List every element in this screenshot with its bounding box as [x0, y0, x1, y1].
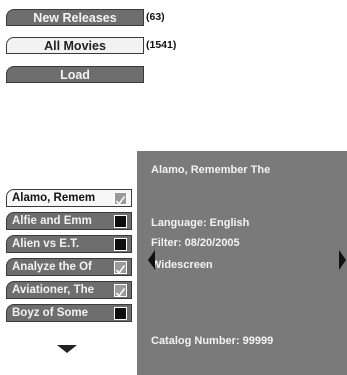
details-catalog-number: Catalog Number: 99999 — [151, 335, 274, 347]
list-item[interactable]: Analyze the Of — [6, 258, 132, 276]
checkbox[interactable] — [114, 307, 127, 320]
list-item-label: Analyze the Of — [12, 261, 92, 273]
load-label: Load — [60, 68, 90, 82]
all-movies-label: All Movies — [44, 39, 106, 53]
new-releases-label: New Releases — [33, 11, 117, 25]
list-item-label: Aviationer, The — [12, 284, 95, 296]
list-item[interactable]: Alien vs E.T. — [6, 235, 132, 253]
details-title: Alamo, Remember The — [151, 164, 271, 176]
scroll-down-icon[interactable] — [57, 345, 77, 354]
load-button[interactable]: Load — [6, 66, 144, 83]
list-item-label: Alien vs E.T. — [12, 238, 80, 250]
next-arrow-icon[interactable] — [339, 250, 346, 270]
all-movies-count: (1541) — [146, 39, 177, 51]
list-item[interactable]: Boyz of Some — [6, 304, 132, 322]
checkbox[interactable] — [114, 261, 127, 275]
new-releases-button[interactable]: New Releases — [6, 9, 144, 26]
list-item-label: Alamo, Remem — [12, 192, 96, 204]
list-item-label: Alfie and Emm — [12, 215, 92, 227]
list-item[interactable]: Alamo, Remem — [6, 189, 132, 207]
list-item[interactable]: Aviationer, The — [6, 281, 132, 299]
details-filter: Filter: 08/20/2005 — [151, 237, 240, 249]
list-item-label: Boyz of Some — [12, 307, 89, 319]
prev-arrow-icon[interactable] — [148, 250, 155, 270]
list-item[interactable]: Alfie and Emm — [6, 212, 132, 230]
check-icon — [115, 288, 126, 298]
details-panel: Alamo, Remember The Language: English Fi… — [137, 151, 347, 375]
checkbox[interactable] — [114, 215, 127, 228]
checkbox[interactable] — [114, 192, 127, 206]
details-language: Language: English — [151, 217, 250, 229]
new-releases-count: (63) — [146, 11, 165, 23]
all-movies-button[interactable]: All Movies — [6, 37, 144, 54]
details-format: Widescreen — [151, 259, 213, 271]
checkbox[interactable] — [114, 238, 127, 251]
checkbox[interactable] — [114, 284, 127, 298]
check-icon — [115, 265, 126, 275]
check-icon — [115, 196, 126, 206]
